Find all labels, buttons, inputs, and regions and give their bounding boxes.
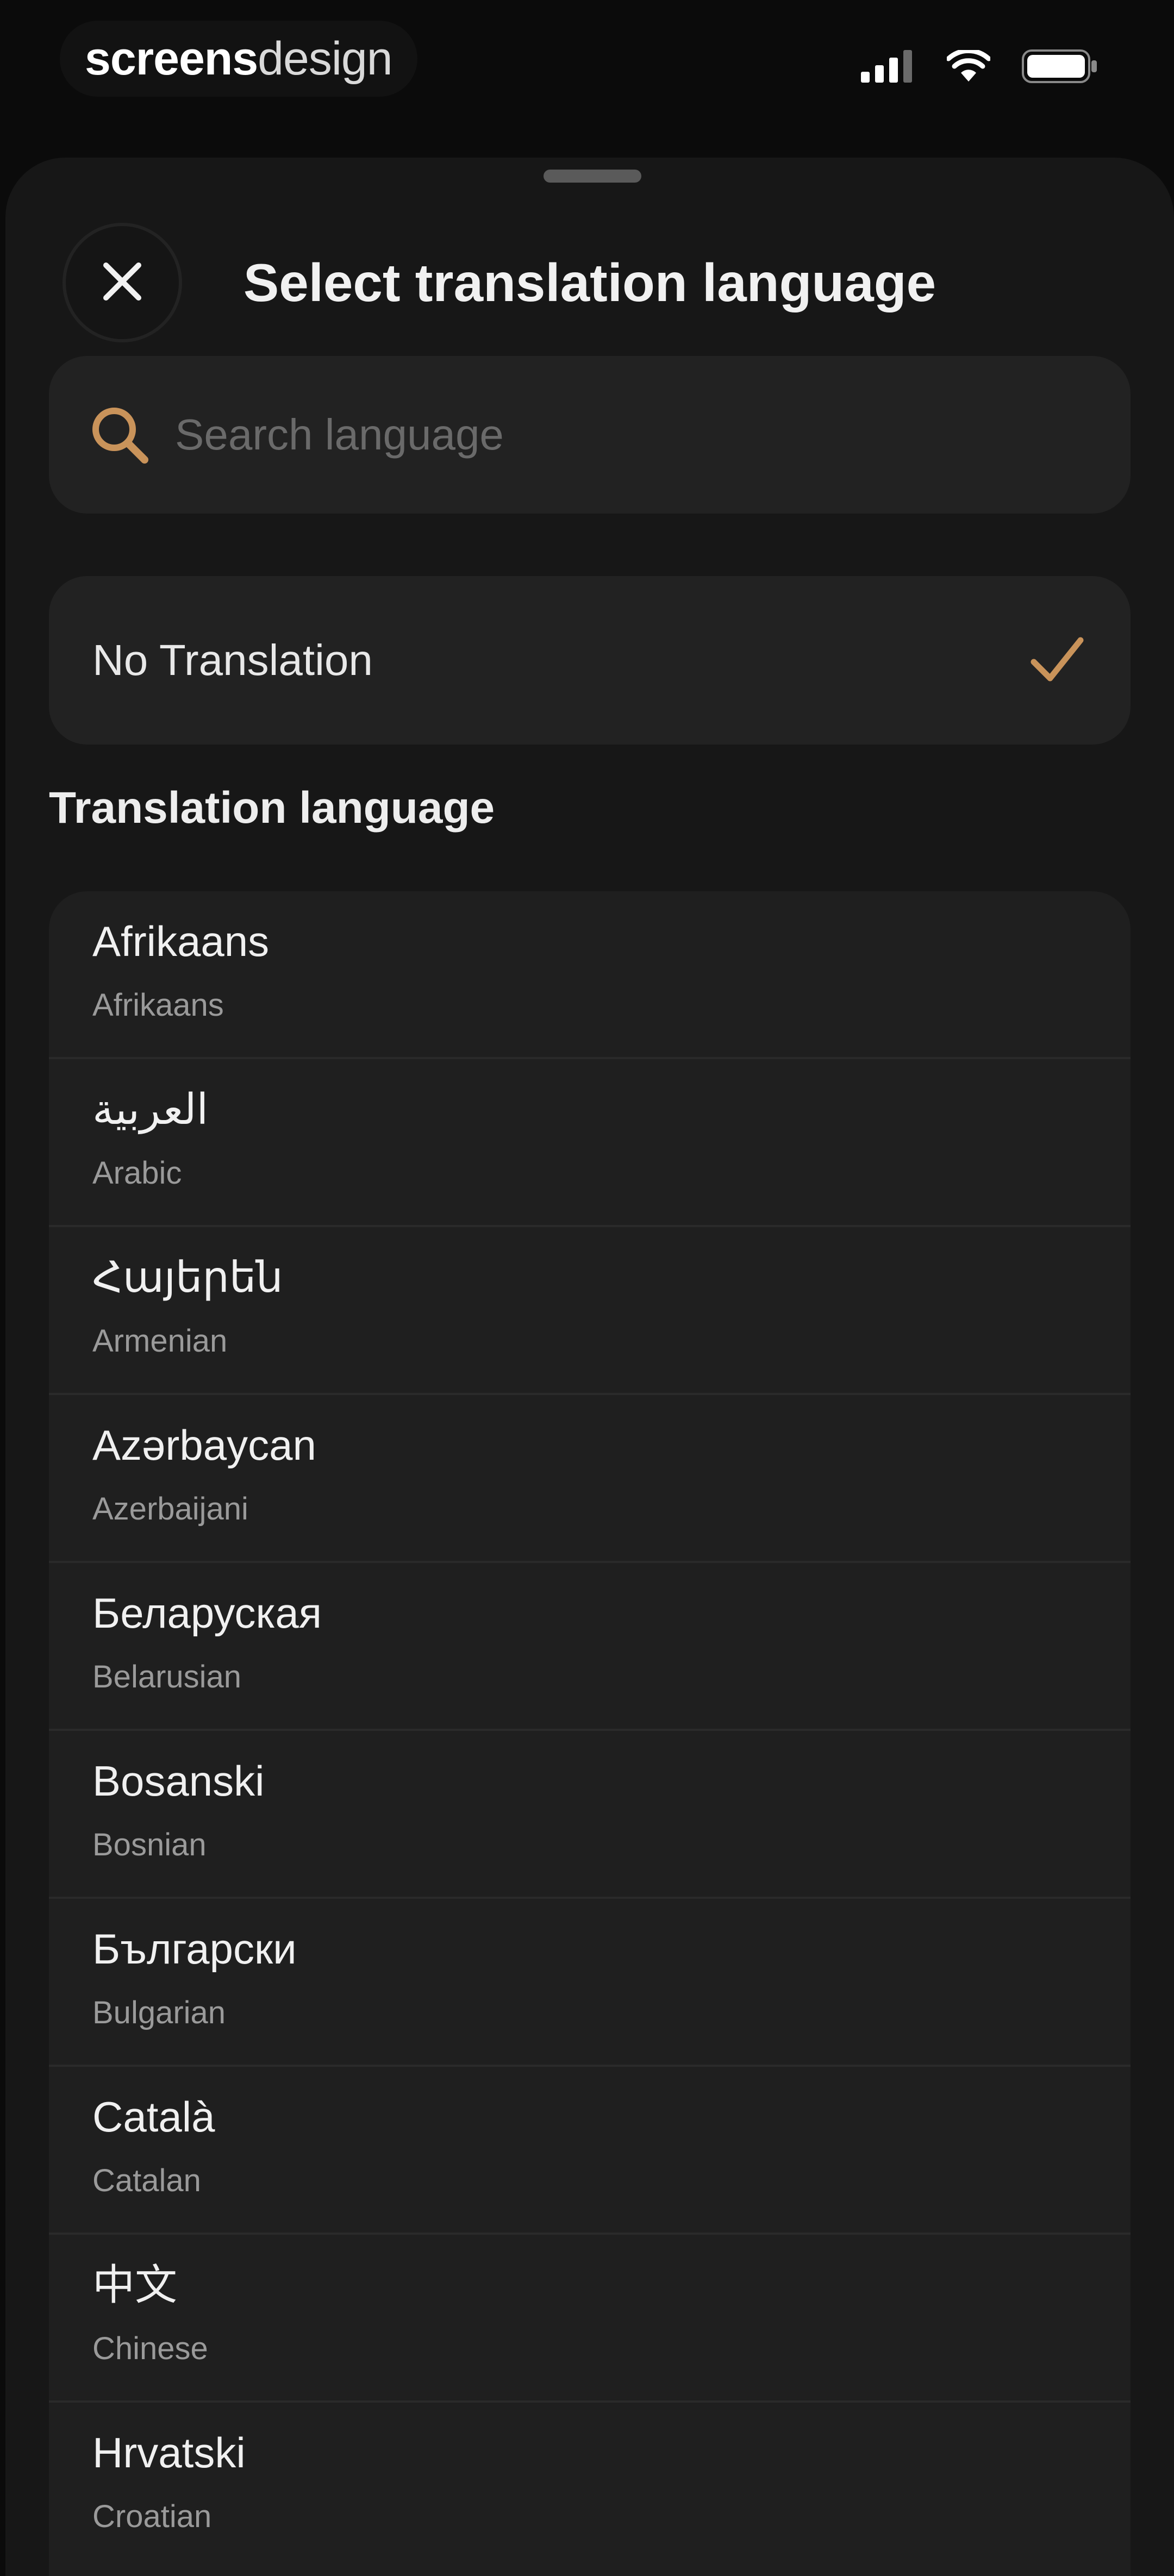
language-native-name: Հայերեն [92, 1253, 283, 1301]
language-item[interactable]: Català Catalan [49, 2067, 1131, 2235]
status-bar: screens design [0, 0, 1174, 136]
sheet-grabber[interactable] [544, 170, 641, 183]
language-english-name: Afrikaans [92, 987, 224, 1023]
no-translation-option[interactable]: No Translation [49, 576, 1131, 745]
page-title: Select translation language [243, 253, 936, 312]
language-english-name: Catalan [92, 2163, 201, 2198]
cellular-signal-icon [861, 50, 915, 83]
language-item[interactable]: Hrvatski Croatian [49, 2403, 1131, 2571]
search-icon [87, 402, 152, 467]
search-box[interactable] [49, 356, 1131, 514]
language-english-name: Bosnian [92, 1827, 207, 1862]
language-native-name: Български [92, 1925, 297, 1973]
language-item[interactable]: Afrikaans Afrikaans [49, 891, 1131, 1059]
language-english-name: Belarusian [92, 1659, 242, 1695]
language-english-name: Azerbaijani [92, 1491, 248, 1527]
language-native-name: Català [92, 2093, 215, 2141]
status-icons [861, 49, 1098, 83]
language-english-name: Arabic [92, 1155, 182, 1191]
brand-logo-light: design [258, 32, 392, 85]
no-translation-label: No Translation [92, 636, 373, 684]
language-item[interactable]: Български Bulgarian [49, 1899, 1131, 2067]
brand-logo: screens design [60, 21, 417, 97]
language-english-name: Armenian [92, 1323, 228, 1359]
language-english-name: Bulgarian [92, 1995, 226, 2030]
language-item[interactable]: Azərbaycan Azerbaijani [49, 1395, 1131, 1563]
language-native-name: Беларуская [92, 1589, 322, 1637]
language-english-name: Chinese [92, 2331, 208, 2366]
language-native-name: 中文 [92, 2261, 178, 2309]
search-input[interactable] [174, 409, 1131, 460]
language-native-name: Afrikaans [92, 917, 270, 965]
brand-logo-bold: screens [85, 32, 258, 85]
language-item[interactable]: Беларуская Belarusian [49, 1563, 1131, 1731]
language-item[interactable]: العربية Arabic [49, 1059, 1131, 1227]
checkmark-icon [1027, 630, 1087, 690]
battery-icon [1022, 49, 1098, 83]
language-english-name: Croatian [92, 2499, 212, 2534]
language-native-name: Hrvatski [92, 2429, 246, 2477]
language-sheet: Select translation language No Translati… [5, 158, 1174, 2576]
language-item[interactable]: Bosanski Bosnian [49, 1731, 1131, 1899]
language-native-name: العربية [92, 1085, 209, 1133]
language-item[interactable]: Հայերեն Armenian [49, 1227, 1131, 1395]
language-list: Afrikaans Afrikaans العربية Arabic Հայեր… [49, 891, 1131, 2576]
section-header: Translation language [49, 783, 495, 833]
wifi-icon [947, 50, 990, 83]
language-item[interactable]: 中文 Chinese [49, 2235, 1131, 2403]
language-native-name: Azərbaycan [92, 1421, 316, 1469]
language-native-name: Bosanski [92, 1757, 265, 1805]
